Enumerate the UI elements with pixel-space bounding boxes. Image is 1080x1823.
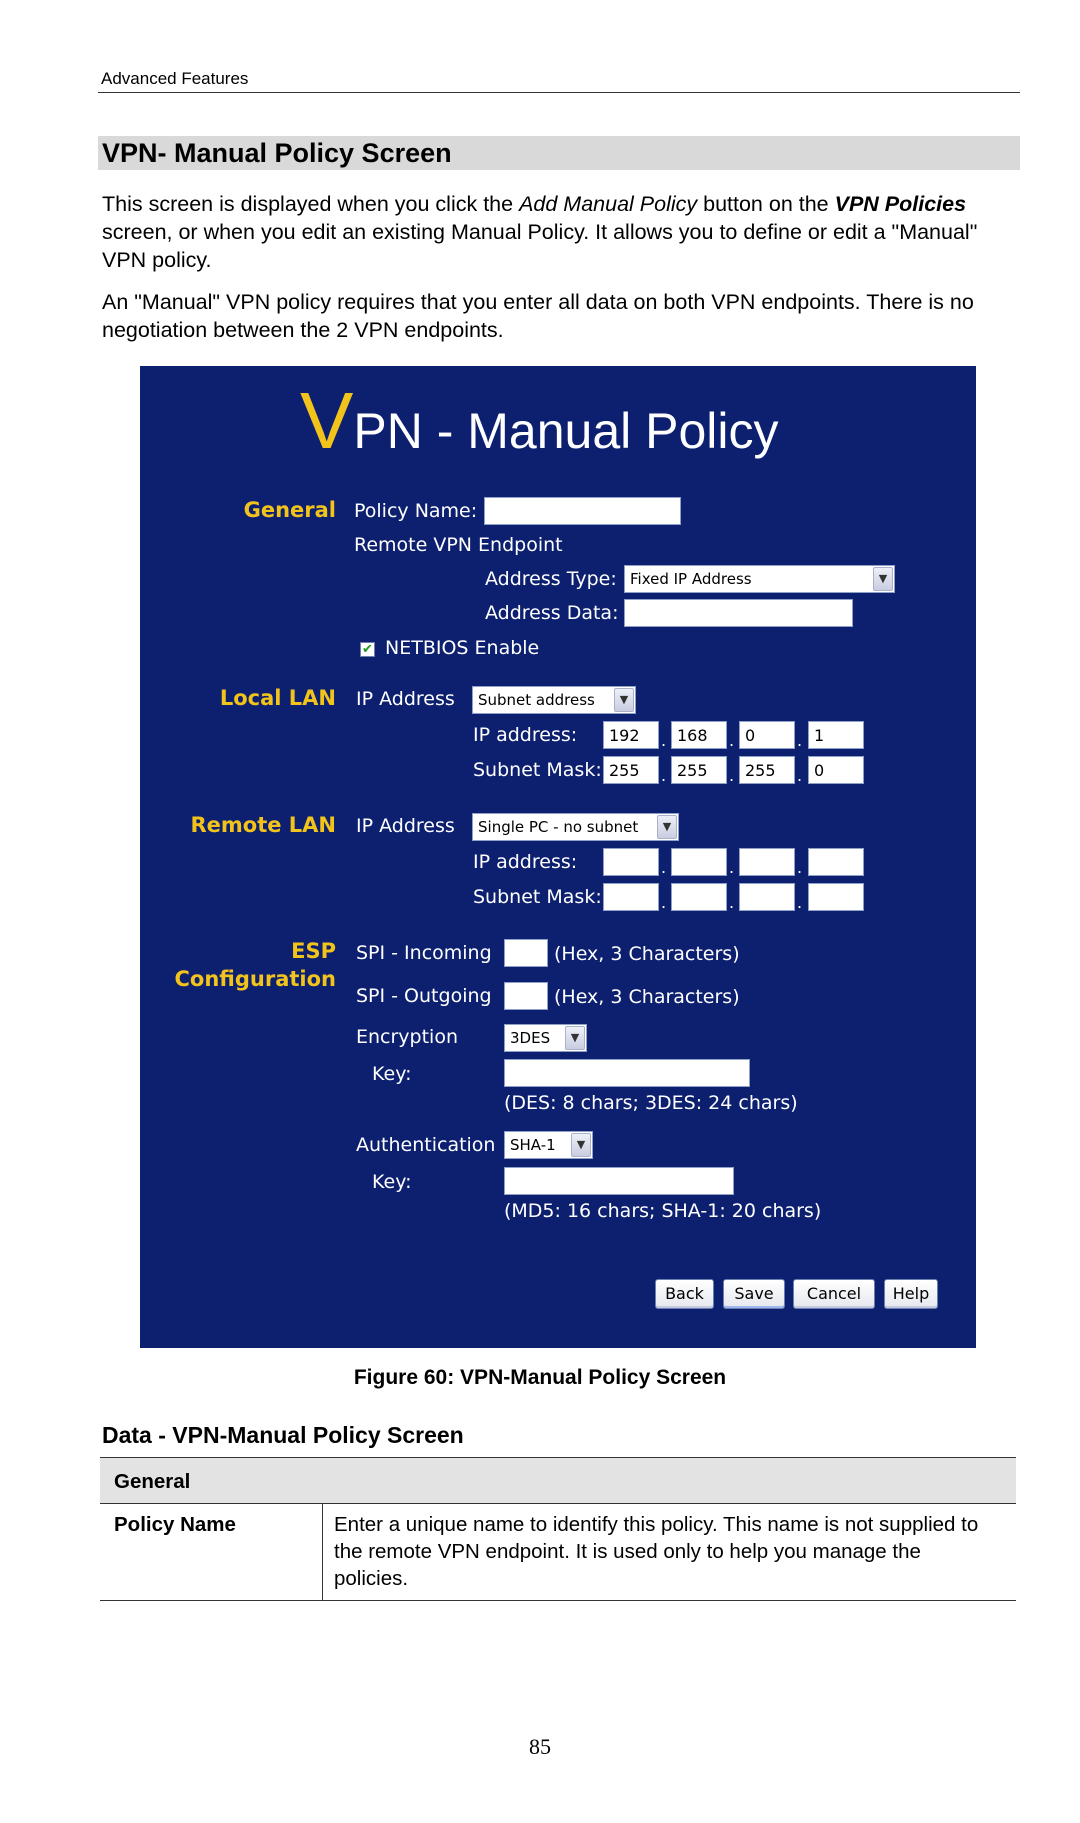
header-rule (98, 92, 1020, 93)
encryption-key-input[interactable] (504, 1059, 750, 1087)
add-manual-policy-ref: Add Manual Policy (519, 192, 698, 216)
page-number: 85 (529, 1734, 551, 1759)
local-ip-octet-3[interactable]: 0 (739, 721, 795, 749)
remote-mask-octet-2[interactable] (671, 883, 727, 911)
section-esp: ESP Configuration (174, 939, 336, 991)
local-ip-type-select[interactable]: Subnet address ▼ (472, 686, 636, 714)
intro-paragraph-2: An "Manual" VPN policy requires that you… (102, 290, 974, 342)
remote-mask-octet-4[interactable] (808, 883, 864, 911)
remote-mask-octet-1[interactable] (603, 883, 659, 911)
remote-ip-octet-3[interactable] (739, 848, 795, 876)
table-group-header: General (100, 1458, 1016, 1503)
address-type-label: Address Type: (485, 568, 617, 590)
address-data-input[interactable] (624, 599, 853, 627)
spi-incoming-hint: (Hex, 3 Characters) (554, 943, 740, 965)
spi-incoming-input[interactable] (504, 939, 548, 967)
local-mask-octet-3[interactable]: 255 (739, 756, 795, 784)
figure-caption: Figure 60: VPN-Manual Policy Screen (353, 1366, 727, 1389)
spi-outgoing-hint: (Hex, 3 Characters) (554, 986, 740, 1008)
remote-ip-octet-4[interactable] (808, 848, 864, 876)
address-type-select[interactable]: Fixed IP Address ▼ (624, 565, 895, 593)
address-data-label: Address Data: (485, 602, 619, 624)
section-remote-lan: Remote LAN (190, 813, 336, 837)
table-bottom-rule (100, 1600, 1016, 1601)
cancel-button[interactable]: Cancel (793, 1279, 875, 1309)
spi-outgoing-label: SPI - Outgoing (356, 985, 492, 1007)
table-row-field: Policy Name (114, 1513, 236, 1536)
spi-incoming-label: SPI - Incoming (356, 942, 492, 964)
vpn-policies-ref: VPN Policies (834, 192, 967, 216)
local-ip-octet-1[interactable]: 192 (603, 721, 659, 749)
chevron-down-icon[interactable]: ▼ (873, 567, 893, 591)
chevron-down-icon[interactable]: ▼ (571, 1133, 591, 1157)
table-column-divider (322, 1504, 323, 1600)
encryption-select[interactable]: 3DES ▼ (504, 1024, 587, 1052)
chevron-down-icon[interactable]: ▼ (565, 1026, 585, 1050)
local-ip-address-label: IP Address (356, 688, 455, 710)
remote-endpoint-label: Remote VPN Endpoint (354, 534, 563, 556)
table-row-description: Enter a unique name to identify this pol… (334, 1513, 979, 1590)
authentication-select[interactable]: SHA-1 ▼ (504, 1131, 593, 1159)
table-group-header-label: General (114, 1470, 191, 1493)
local-ip-label: IP address: (473, 724, 578, 746)
local-ip-octet-4[interactable]: 1 (808, 721, 864, 749)
authentication-label: Authentication (356, 1134, 496, 1156)
table-header-rule (100, 1503, 1016, 1504)
intro-paragraph-1: This screen is displayed when you click … (102, 192, 978, 272)
local-ip-octet-2[interactable]: 168 (671, 721, 727, 749)
authentication-key-input[interactable] (504, 1167, 734, 1195)
local-mask-octet-4[interactable]: 0 (808, 756, 864, 784)
section-title: VPN- Manual Policy Screen (102, 138, 452, 168)
encryption-label: Encryption (356, 1026, 459, 1048)
local-mask-label: Subnet Mask: (473, 759, 602, 781)
local-mask-octet-1[interactable]: 255 (603, 756, 659, 784)
section-general: General (243, 498, 336, 522)
chevron-down-icon[interactable]: ▼ (657, 815, 677, 839)
save-button[interactable]: Save (723, 1279, 785, 1309)
remote-ip-type-select[interactable]: Single PC - no subnet ▼ (472, 813, 679, 841)
checkmark-icon: ✔ (362, 642, 373, 657)
remote-ip-octet-2[interactable] (671, 848, 727, 876)
remote-mask-label: Subnet Mask: (473, 886, 602, 908)
policy-name-input[interactable] (484, 497, 681, 525)
remote-ip-label: IP address: (473, 851, 578, 873)
remote-mask-octet-3[interactable] (739, 883, 795, 911)
running-header: Advanced Features (101, 69, 249, 88)
netbios-checkbox[interactable]: ✔ (360, 642, 375, 657)
policy-name-label: Policy Name: (354, 500, 478, 522)
chevron-down-icon[interactable]: ▼ (614, 688, 634, 712)
figure-title: VPN - Manual Policy (300, 376, 779, 465)
local-mask-octet-2[interactable]: 255 (671, 756, 727, 784)
help-button[interactable]: Help (884, 1279, 938, 1309)
section-local-lan: Local LAN (219, 686, 336, 710)
netbios-label: NETBIOS Enable (385, 637, 540, 659)
back-button[interactable]: Back (655, 1279, 714, 1309)
vpn-manual-policy-figure: VPN - Manual Policy General Policy Name:… (140, 366, 976, 1348)
spi-outgoing-input[interactable] (504, 982, 548, 1010)
authentication-key-label: Key: (372, 1171, 412, 1193)
encryption-key-hint: (DES: 8 chars; 3DES: 24 chars) (504, 1092, 798, 1114)
remote-ip-octet-1[interactable] (603, 848, 659, 876)
data-section-title: Data - VPN-Manual Policy Screen (102, 1422, 464, 1448)
authentication-key-hint: (MD5: 16 chars; SHA-1: 20 chars) (504, 1200, 822, 1222)
encryption-key-label: Key: (372, 1063, 412, 1085)
remote-ip-address-label: IP Address (356, 815, 455, 837)
